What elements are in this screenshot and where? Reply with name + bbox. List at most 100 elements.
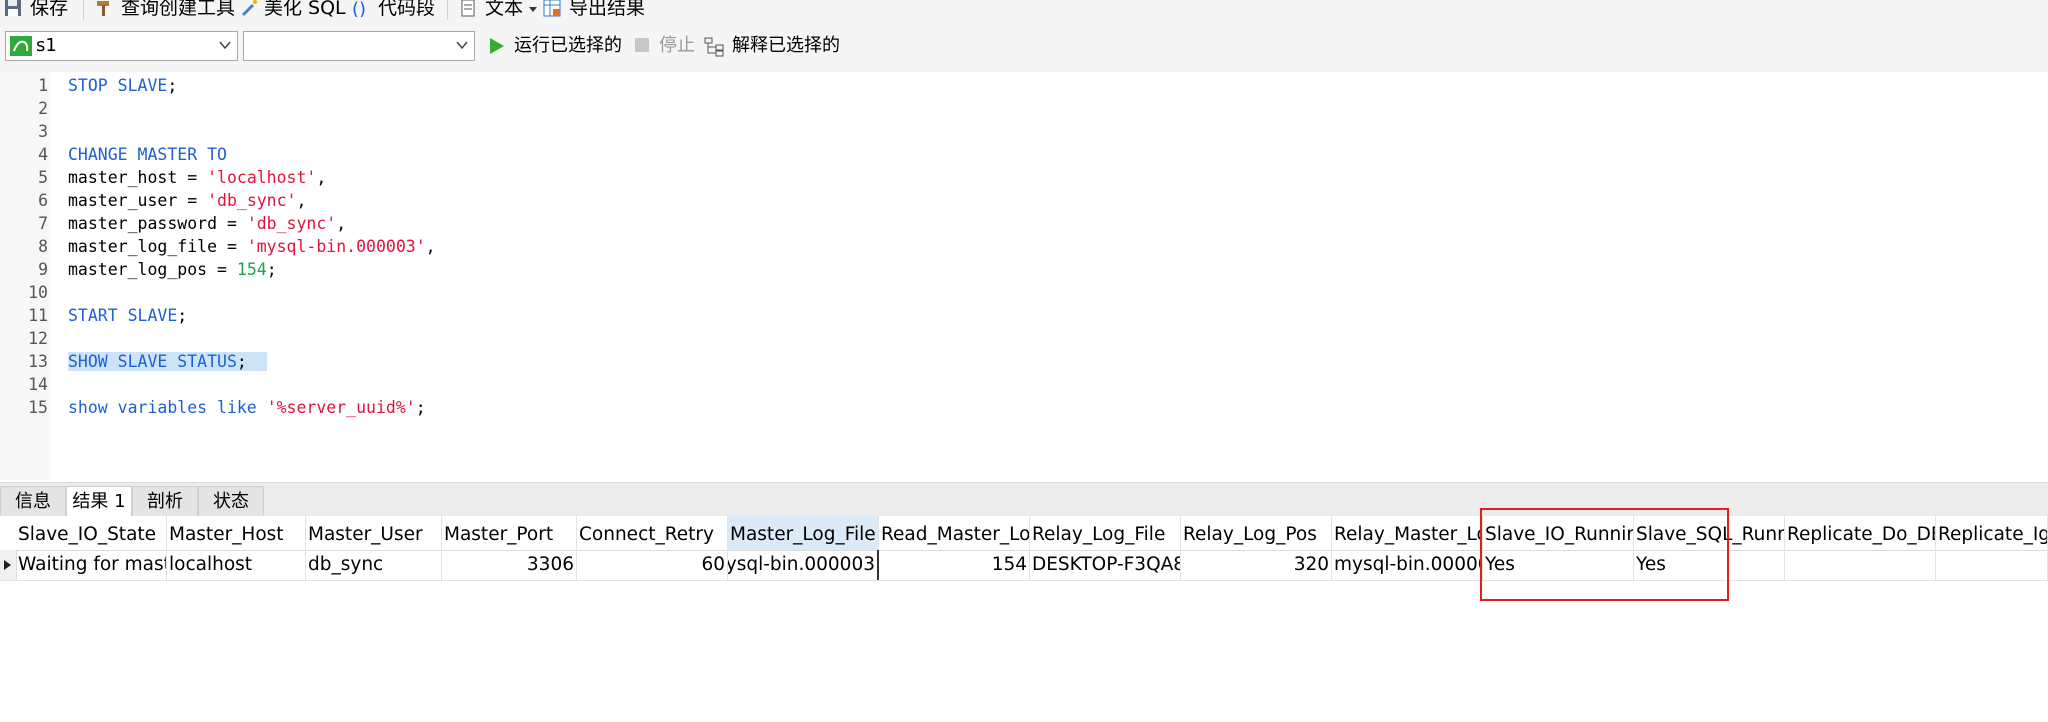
grid-header-row: Slave_IO_State Master_Host Master_User M… <box>0 516 2048 551</box>
column-header[interactable]: Relay_Log_Pos <box>1181 516 1332 550</box>
text-button[interactable]: 文本 <box>459 0 539 19</box>
column-header[interactable]: Master_Host <box>167 516 306 550</box>
table-cell[interactable]: Yes <box>1483 550 1634 580</box>
line-number: 2 <box>38 99 48 118</box>
explain-selected-label: 解释已选择的 <box>732 35 840 56</box>
chevron-down-icon <box>219 41 231 50</box>
code-token: master_password = <box>68 214 247 233</box>
code-snippet-button[interactable]: () 代码段 <box>352 0 442 19</box>
table-cell[interactable]: Waiting for master to send event <box>16 550 167 580</box>
connection-select[interactable]: s1 <box>5 31 238 61</box>
tab-info[interactable]: 信息 <box>0 486 66 517</box>
column-header[interactable]: Master_User <box>306 516 442 550</box>
table-cell[interactable]: db_sync <box>306 550 442 580</box>
code-line: master_host = 'localhost', <box>68 166 326 189</box>
main-toolbar: 保存 查询创建工具 美化 SQL () 代码段 文本 导出结果 <box>0 0 2048 22</box>
document-icon <box>461 0 475 17</box>
line-number-gutter: 1 2 3 4 5 6 7 8 9 10 11 12 13 14 15 <box>0 72 50 480</box>
save-button[interactable]: 保存 <box>4 0 74 19</box>
code-token: , <box>336 214 347 233</box>
code-token: ; <box>415 398 426 417</box>
table-cell-focused[interactable]: mysql-bin.000003 <box>728 550 879 580</box>
line-number: 7 <box>38 214 48 233</box>
code-token: , <box>296 191 307 210</box>
database-select[interactable] <box>243 31 475 61</box>
code-token: ; <box>177 306 188 325</box>
code-line: STOP SLAVE; <box>68 74 177 97</box>
code-line: START SLAVE; <box>68 304 187 327</box>
line-number: 13 <box>28 352 48 371</box>
line-number: 8 <box>38 237 48 256</box>
export-results-button[interactable]: 导出结果 <box>543 0 663 19</box>
table-cell[interactable]: 60 <box>577 550 728 580</box>
beautify-sql-button[interactable]: 美化 SQL <box>240 0 346 19</box>
line-number: 11 <box>28 306 48 325</box>
table-row[interactable]: Waiting for master to send event localho… <box>0 550 2048 581</box>
tab-result-1[interactable]: 结果 1 <box>66 486 132 517</box>
export-results-label: 导出结果 <box>569 0 646 19</box>
column-header[interactable]: Connect_Retry <box>577 516 728 550</box>
tab-profile[interactable]: 剖析 <box>132 486 198 517</box>
result-grid[interactable]: Slave_IO_State Master_Host Master_User M… <box>0 516 2048 722</box>
code-line: master_user = 'db_sync', <box>68 189 306 212</box>
connection-value: s1 <box>36 35 57 56</box>
stop-label: 停止 <box>659 35 695 56</box>
explain-tree-icon <box>704 37 724 57</box>
column-header[interactable]: Master_Port <box>442 516 577 550</box>
table-cell[interactable] <box>1936 550 2048 580</box>
table-cell[interactable]: 320 <box>1181 550 1332 580</box>
run-selected-label: 运行已选择的 <box>514 35 622 56</box>
column-header[interactable]: Replicate_Do_DB <box>1785 516 1936 550</box>
column-header[interactable]: Master_Log_File <box>728 516 879 550</box>
column-header[interactable]: Relay_Log_File <box>1030 516 1181 550</box>
explain-selected-button[interactable]: 解释已选择的 <box>704 31 844 61</box>
query-builder-button[interactable]: 查询创建工具 <box>95 0 235 19</box>
line-number: 5 <box>38 168 48 187</box>
query-builder-label: 查询创建工具 <box>121 0 236 19</box>
code-line: CHANGE MASTER TO <box>68 143 227 166</box>
stop-button[interactable]: 停止 <box>634 31 704 61</box>
table-cell[interactable]: DESKTOP-F3QA8 <box>1030 550 1181 580</box>
run-selected-button[interactable]: 运行已选择的 <box>489 31 629 61</box>
column-header[interactable]: Slave_IO_State <box>16 516 167 550</box>
beautify-sql-label: 美化 SQL <box>264 0 346 19</box>
svg-text:(): () <box>352 0 366 17</box>
code-token: ; <box>236 352 247 371</box>
dropdown-arrow-icon <box>529 7 537 12</box>
column-header[interactable]: Slave_IO_Running <box>1483 516 1634 550</box>
table-cell[interactable]: localhost <box>167 550 306 580</box>
code-line-selected: SHOW SLAVE STATUS; <box>68 350 267 373</box>
line-number: 15 <box>28 398 48 417</box>
code-string: '%server_uuid%' <box>266 398 416 417</box>
toolbar-divider <box>83 0 84 20</box>
code-token: START SLAVE <box>68 306 178 325</box>
run-toolbar: s1 运行已选择的 停止 解释已选择的 <box>0 22 2048 72</box>
table-cell[interactable]: Yes <box>1634 550 1785 580</box>
code-token: master_log_file = <box>68 237 247 256</box>
tab-status[interactable]: 状态 <box>198 486 264 517</box>
result-tabs: 信息 结果 1 剖析 状态 <box>0 482 2048 517</box>
column-header[interactable]: Slave_SQL_Running <box>1634 516 1785 550</box>
code-token: SHOW SLAVE STATUS <box>68 352 237 371</box>
column-header[interactable]: Read_Master_Log_Pos <box>879 516 1030 550</box>
code-token: show variables like <box>68 398 267 417</box>
table-cell[interactable]: mysql-bin.000003 <box>1332 550 1483 580</box>
play-icon <box>490 38 504 54</box>
code-line: master_password = 'db_sync', <box>68 212 346 235</box>
code-string: 'db_sync' <box>246 214 337 233</box>
code-token: ; <box>266 260 277 279</box>
stop-icon <box>635 38 649 52</box>
chevron-down-icon <box>456 41 468 50</box>
line-number: 3 <box>38 122 48 141</box>
hammer-icon <box>97 1 109 16</box>
code-token: master_log_pos = <box>68 260 237 279</box>
column-header[interactable]: Relay_Master_Log_File <box>1332 516 1483 550</box>
table-cell[interactable]: 154 <box>879 550 1030 580</box>
table-cell[interactable] <box>1785 550 1936 580</box>
column-header[interactable]: Replicate_Ignore_DB <box>1936 516 2048 550</box>
save-icon <box>5 0 21 16</box>
code-line: show variables like '%server_uuid%'; <box>68 396 426 419</box>
sql-editor[interactable]: 1 2 3 4 5 6 7 8 9 10 11 12 13 14 15 STOP… <box>0 72 2048 480</box>
line-number: 9 <box>38 260 48 279</box>
table-cell[interactable]: 3306 <box>442 550 577 580</box>
